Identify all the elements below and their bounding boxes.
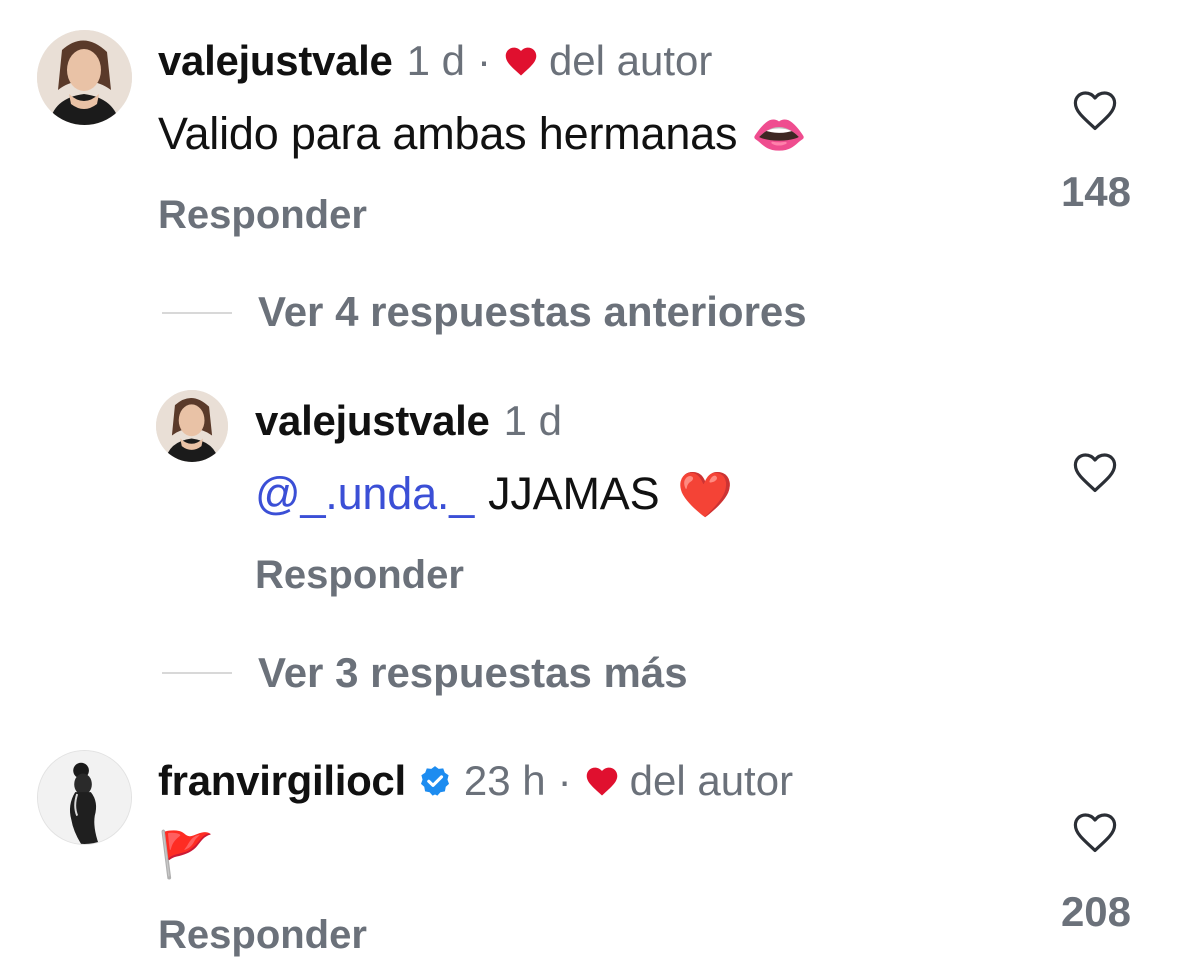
- liked-by-author-label: del autor: [548, 37, 713, 84]
- like-heart-icon[interactable]: [1071, 88, 1119, 137]
- separator: ·: [557, 757, 572, 804]
- author-heart-icon: [503, 45, 539, 77]
- like-heart-icon[interactable]: [1071, 810, 1119, 859]
- comment-text: Valido para ambas hermanas: [158, 108, 738, 159]
- mention-link[interactable]: @_.unda._: [255, 468, 474, 520]
- reply-time: 1 d: [503, 397, 562, 444]
- reply-button[interactable]: Responder: [255, 553, 464, 598]
- liked-by-author-label: del autor: [629, 757, 794, 804]
- avatar[interactable]: [37, 30, 132, 125]
- like-heart-icon[interactable]: [1071, 450, 1119, 499]
- heart-emoji: ❤️: [677, 468, 734, 520]
- red-flag-emoji: 🚩: [158, 828, 214, 880]
- author-heart-icon: [584, 765, 620, 797]
- view-more-replies-button[interactable]: Ver 3 respuestas más: [258, 649, 688, 697]
- reply-button[interactable]: Responder: [158, 193, 367, 238]
- comment-username[interactable]: franvirgiliocl: [158, 757, 406, 805]
- reply-username[interactable]: valejustvale: [255, 397, 490, 445]
- verified-badge-icon: [418, 764, 452, 798]
- like-count: 148: [1060, 168, 1132, 215]
- reply-button[interactable]: Responder: [158, 913, 367, 958]
- avatar[interactable]: [37, 750, 132, 845]
- divider-line: [162, 312, 232, 314]
- view-previous-replies-button[interactable]: Ver 4 respuestas anteriores: [258, 288, 807, 336]
- separator: ·: [476, 37, 491, 84]
- comment-time: 1 d: [406, 37, 465, 84]
- like-count: 208: [1060, 888, 1132, 935]
- reply-text: JJAMAS: [488, 468, 660, 519]
- divider-line: [162, 672, 232, 674]
- avatar[interactable]: [156, 390, 228, 462]
- comment-username[interactable]: valejustvale: [158, 37, 393, 85]
- comment-time: 23 h: [463, 757, 546, 804]
- lips-emoji: 👄: [751, 108, 808, 160]
